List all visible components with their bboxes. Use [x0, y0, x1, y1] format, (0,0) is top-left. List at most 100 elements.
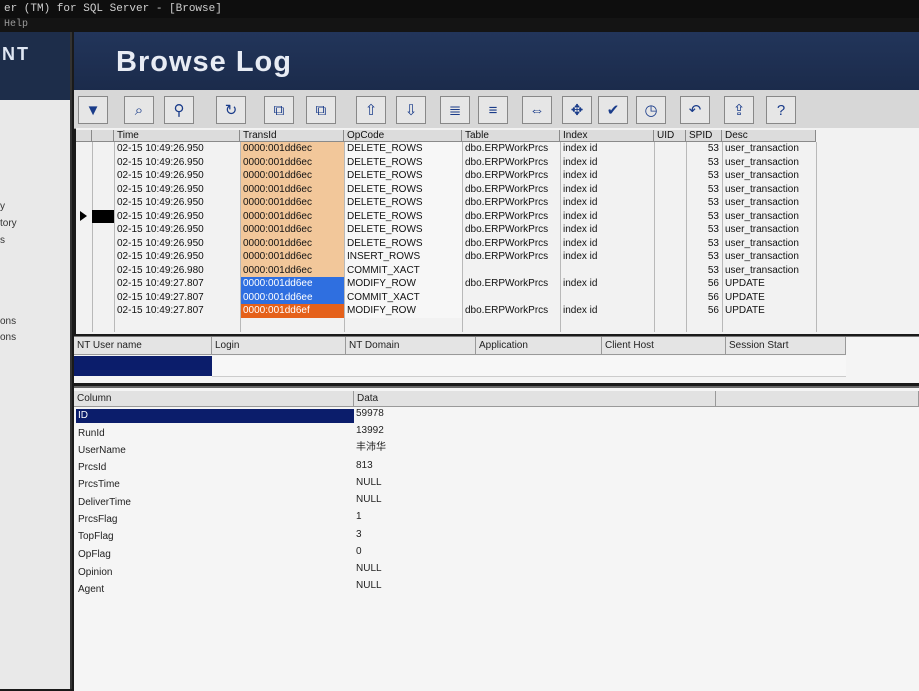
user-col-header[interactable]: Login [212, 337, 346, 355]
history-button[interactable]: ◷ [636, 96, 666, 124]
network-button[interactable]: ✥ [562, 96, 592, 124]
table-cell [462, 264, 560, 278]
spid-cell: 53 [707, 170, 719, 181]
find-button[interactable]: ⚲ [164, 96, 194, 124]
detail-column-name[interactable]: PrcsTime [76, 478, 354, 492]
detail-col-header[interactable]: Column [74, 391, 354, 407]
details-button[interactable]: ≡ [478, 96, 508, 124]
col-indicator-header[interactable] [76, 130, 92, 142]
help-button[interactable]: ? [766, 96, 796, 124]
time-cell: 02-15 10:49:26.950 [117, 183, 204, 195]
detail-column-name[interactable]: DeliverTime [76, 496, 354, 510]
desc-cell: user_transaction [725, 156, 799, 168]
user-col-header[interactable]: Client Host [602, 337, 726, 355]
detail-column-name[interactable]: PrcsId [76, 461, 354, 475]
list-button[interactable]: ≣ [440, 96, 470, 124]
move-down-button[interactable]: ⇩ [396, 96, 426, 124]
col-table-header[interactable]: Table [462, 130, 560, 142]
uid-cell [654, 277, 686, 291]
opcode-cell: DELETE_ROWS [344, 236, 462, 250]
index-cell: index id [563, 183, 598, 195]
transid-cell: 0000:001dd6ec [240, 155, 344, 169]
sidebar-item[interactable]: ons [0, 332, 16, 343]
col-uid-header[interactable]: UID [654, 130, 686, 142]
list-icon: ≣ [448, 102, 462, 119]
col-transid-header[interactable]: TransId [240, 130, 344, 142]
col-time-header[interactable]: Time [114, 130, 240, 142]
col-spid-header[interactable]: SPID [686, 130, 722, 142]
check-filter-button[interactable]: ✔ [598, 96, 628, 124]
detail-column-name[interactable]: Opinion [76, 566, 354, 580]
spid-cell: 53 [707, 197, 719, 208]
detail-column-name[interactable]: OpFlag [76, 548, 354, 562]
detail-column-name[interactable]: Agent [76, 583, 354, 597]
col-index-header[interactable]: Index [560, 130, 654, 142]
time-cell: 02-15 10:49:26.950 [117, 224, 204, 235]
table-cell: dbo.ERPWorkPrcs [465, 183, 549, 195]
move-up-button[interactable]: ⇧ [356, 96, 386, 124]
current-row-marker-icon [80, 211, 87, 221]
uid-cell [654, 291, 686, 305]
index-cell: index id [563, 237, 598, 249]
opcode-cell: INSERT_ROWS [344, 250, 462, 264]
grid-divider [344, 142, 345, 332]
transid-cell: 0000:001dd6ec [240, 263, 344, 277]
sidebar-item[interactable]: ons [0, 316, 16, 327]
paste-icon: ⧉ [315, 101, 327, 119]
time-cell: 02-15 10:49:26.950 [117, 156, 204, 168]
table-cell: dbo.ERPWorkPrcs [465, 210, 549, 222]
time-cell: 02-15 10:49:27.807 [117, 278, 204, 289]
detail-column-name[interactable]: TopFlag [76, 530, 354, 544]
expand-icon: ⇔ [529, 101, 545, 119]
detail-col-header[interactable]: Data [354, 391, 716, 407]
export-button[interactable]: ⇪ [724, 96, 754, 124]
detail-column-name[interactable]: PrcsFlag [76, 513, 354, 527]
desc-cell: UPDATE [725, 278, 765, 289]
window-title: er (TM) for SQL Server - [Browse] [0, 0, 919, 18]
index-cell: index id [563, 210, 598, 222]
detail-column-name[interactable]: UserName [76, 444, 354, 458]
detail-column-value: 0 [356, 546, 362, 557]
undo-button[interactable]: ↶ [680, 96, 710, 124]
col-blank-header[interactable] [92, 130, 114, 142]
refresh-button[interactable]: ↻ [216, 96, 246, 124]
details-icon: ≡ [488, 101, 498, 119]
detail-column-value: NULL [356, 477, 382, 488]
time-cell: 02-15 10:49:26.950 [117, 170, 204, 181]
menu-bar[interactable]: Help [0, 18, 919, 32]
desc-cell: user_transaction [725, 170, 799, 181]
time-cell: 02-15 10:49:26.950 [117, 197, 204, 208]
index-cell: index id [563, 197, 598, 208]
user-row[interactable] [212, 356, 846, 377]
uid-cell [654, 223, 686, 237]
expand-button[interactable]: ⇔ [522, 96, 552, 124]
user-col-header[interactable]: NT Domain [346, 337, 476, 355]
table-cell: dbo.ERPWorkPrcs [465, 305, 549, 316]
detail-column-value: 813 [356, 460, 373, 471]
spid-cell: 53 [707, 183, 719, 195]
desc-cell: UPDATE [725, 291, 765, 303]
move-up-icon: ⇧ [364, 102, 378, 119]
opcode-cell: DELETE_ROWS [344, 209, 462, 223]
paste-button[interactable]: ⧉ [306, 96, 336, 124]
sidebar-item[interactable]: y [0, 201, 5, 212]
toolbar: ▼ ⌕ ⚲ ↻ ⧉ ⧉ ⇧ ⇩ ≣ ≡ ⇔ ✥ ✔ ◷ ↶ ⇪? [74, 90, 919, 129]
spid-cell: 53 [707, 210, 719, 222]
copy-button[interactable]: ⧉ [264, 96, 294, 124]
col-opcode-header[interactable]: OpCode [344, 130, 462, 142]
user-row-selected[interactable] [74, 356, 212, 376]
time-cell: 02-15 10:49:27.807 [117, 291, 204, 303]
desc-cell: user_transaction [725, 251, 799, 262]
detail-column-name[interactable]: ID [76, 409, 354, 423]
sidebar-item[interactable]: tory [0, 218, 17, 229]
user-col-header[interactable]: Application [476, 337, 602, 355]
sidebar-item[interactable]: s [0, 235, 5, 246]
col-desc-header[interactable]: Desc [722, 130, 816, 142]
desc-cell: UPDATE [725, 305, 765, 316]
detail-column-name[interactable]: RunId [76, 427, 354, 441]
grid-divider [816, 142, 817, 332]
zoom-button[interactable]: ⌕ [124, 96, 154, 124]
user-col-header[interactable]: Session Start [726, 337, 846, 355]
filter-button[interactable]: ▼ [78, 96, 108, 124]
user-col-header[interactable]: NT User name [74, 337, 212, 355]
